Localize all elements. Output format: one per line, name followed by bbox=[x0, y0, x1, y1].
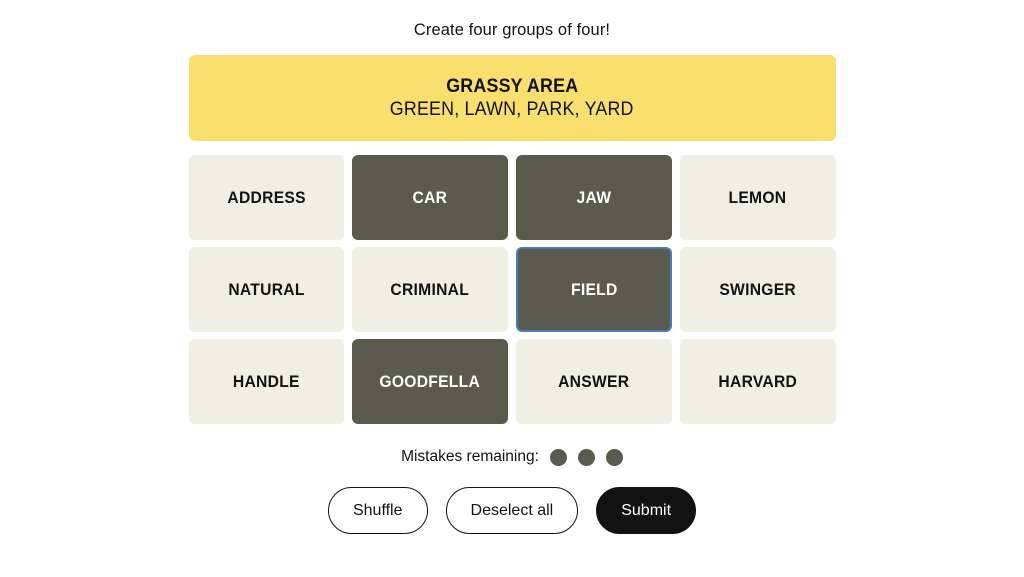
tile-label: ANSWER bbox=[558, 371, 630, 391]
tile-address[interactable]: ADDRESS bbox=[188, 155, 345, 240]
tile-answer[interactable]: ANSWER bbox=[516, 339, 672, 424]
tile-label: SWINGER bbox=[719, 279, 796, 299]
tile-label: GOODFELLA bbox=[379, 371, 481, 391]
game-controls: Shuffle Deselect all Submit bbox=[327, 487, 697, 534]
puzzle-board: GRASSY AREA GREEN, LAWN, PARK, YARD ADDRE… bbox=[188, 55, 836, 424]
solved-group-words: GREEN, LAWN, PARK, YARD bbox=[390, 98, 634, 120]
shuffle-button[interactable]: Shuffle bbox=[327, 487, 428, 534]
connections-game: Create four groups of four! GRASSY AREA G… bbox=[0, 0, 1024, 577]
submit-button[interactable]: Submit bbox=[596, 487, 697, 534]
tile-field[interactable]: FIELD bbox=[516, 247, 672, 332]
tile-lemon[interactable]: LEMON bbox=[679, 155, 836, 240]
mistakes-label: Mistakes remaining: bbox=[401, 448, 539, 465]
tile-label: CAR bbox=[412, 187, 448, 207]
game-prompt: Create four groups of four! bbox=[413, 21, 611, 39]
tile-natural[interactable]: NATURAL bbox=[188, 247, 345, 332]
mistakes-remaining: Mistakes remaining: bbox=[401, 448, 623, 466]
tile-row: NATURAL CRIMINAL FIELD SWINGER bbox=[188, 247, 836, 332]
tile-label: HANDLE bbox=[232, 371, 300, 391]
mistake-dot bbox=[577, 448, 595, 466]
tile-goodfella[interactable]: GOODFELLA bbox=[352, 339, 508, 424]
tile-car[interactable]: CAR bbox=[352, 155, 508, 240]
tile-grid: ADDRESS CAR JAW LEMON NATURAL CRIMINAL FIELD SW… bbox=[188, 155, 836, 424]
tile-label: NATURAL bbox=[228, 279, 305, 299]
mistake-dot bbox=[605, 448, 623, 466]
tile-label: ADDRESS bbox=[227, 187, 306, 207]
solved-group: GRASSY AREA GREEN, LAWN, PARK, YARD bbox=[188, 55, 836, 141]
tile-row: ADDRESS CAR JAW LEMON bbox=[188, 155, 836, 240]
tile-criminal[interactable]: CRIMINAL bbox=[352, 247, 508, 332]
solved-groups-container: GRASSY AREA GREEN, LAWN, PARK, YARD bbox=[188, 55, 836, 141]
tile-label: CRIMINAL bbox=[390, 279, 470, 299]
tile-label: JAW bbox=[576, 187, 612, 207]
deselect-all-button[interactable]: Deselect all bbox=[445, 487, 579, 534]
mistake-dot bbox=[549, 448, 567, 466]
tile-label: LEMON bbox=[728, 187, 787, 207]
tile-jaw[interactable]: JAW bbox=[516, 155, 672, 240]
tile-row: HANDLE GOODFELLA ANSWER HARVARD bbox=[188, 339, 836, 424]
tile-swinger[interactable]: SWINGER bbox=[679, 247, 836, 332]
mistakes-dots bbox=[549, 448, 623, 466]
solved-group-title: GRASSY AREA bbox=[445, 75, 579, 97]
tile-harvard[interactable]: HARVARD bbox=[679, 339, 836, 424]
tile-handle[interactable]: HANDLE bbox=[188, 339, 345, 424]
tile-label: HARVARD bbox=[718, 371, 797, 391]
tile-label: FIELD bbox=[570, 279, 618, 299]
